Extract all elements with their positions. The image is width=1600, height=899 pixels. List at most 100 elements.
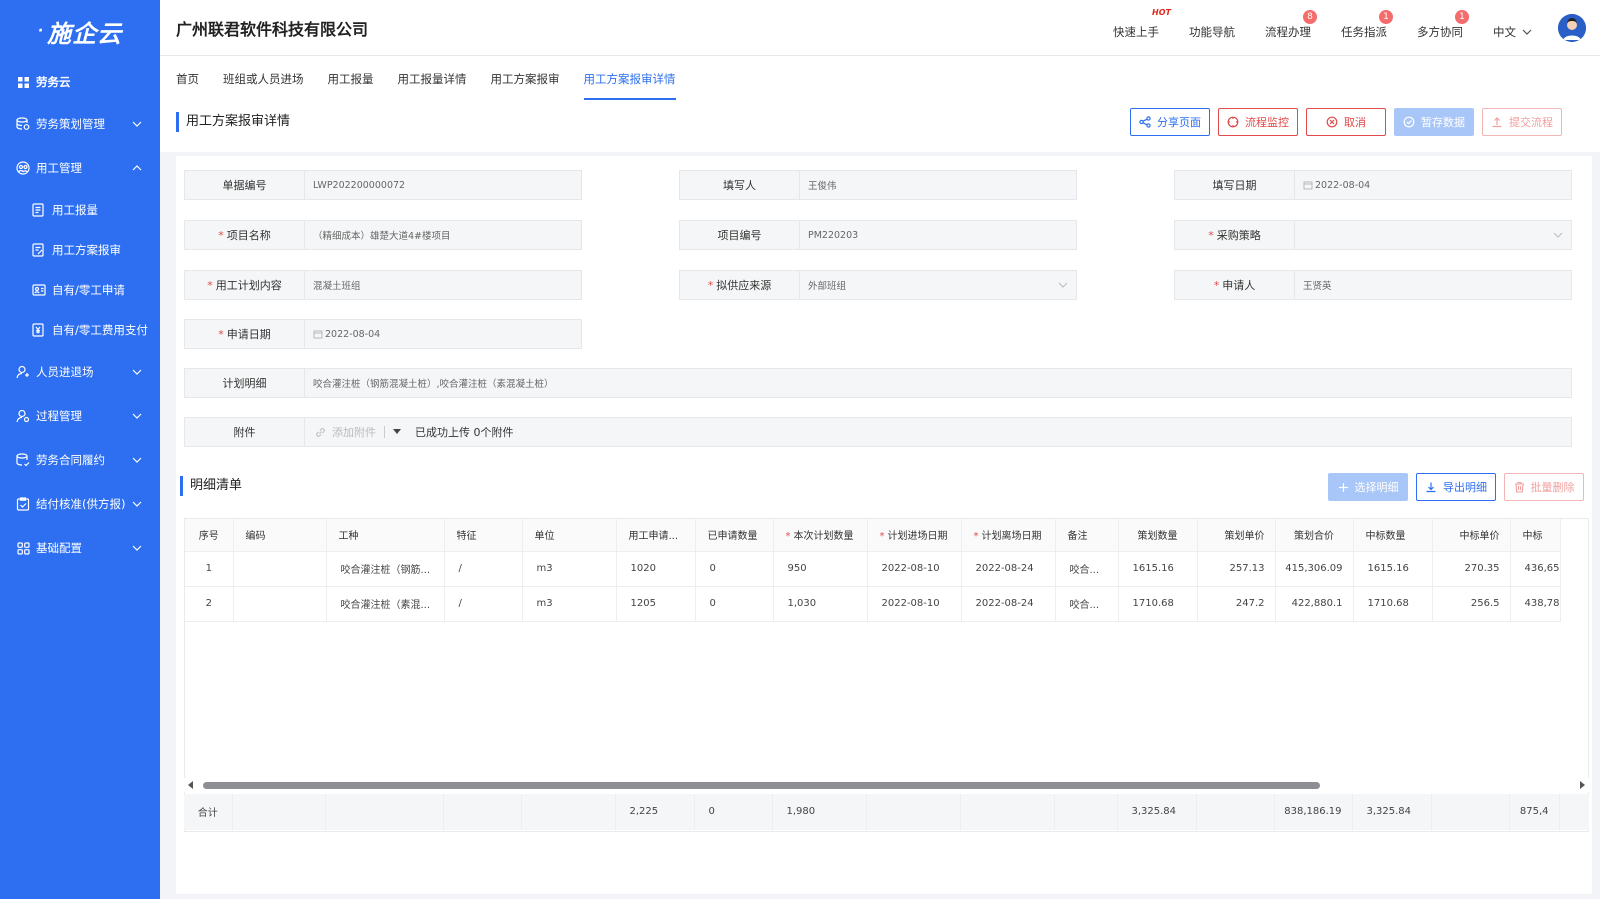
tab-labor-plan-review[interactable]: 用工方案报审 [491, 56, 560, 102]
calendar-icon [1303, 181, 1313, 190]
sidebar-subitem-own-worker-payment[interactable]: 自有/零工费用支付 [0, 310, 160, 350]
process-handling-link[interactable]: 流程办理 8 [1265, 10, 1317, 40]
column-header[interactable]: 编码 [233, 519, 327, 552]
totals-cell: 2,225 [615, 794, 695, 830]
quick-start-link[interactable]: 快速上手 HOT [1113, 8, 1171, 40]
column-header[interactable]: 备注 [1055, 519, 1119, 552]
select-detail-button[interactable]: 选择明细 [1328, 473, 1408, 501]
sidebar-subitem-label: 自有/零工费用支付 [52, 323, 148, 337]
source-field: * 拟供应来源 外部班组 [679, 270, 1077, 300]
project-name-field: * 项目名称 （精细成本）雄楚大道4#楼项目 [184, 220, 582, 250]
sidebar-item-label: 人员进退场 [36, 365, 94, 379]
tab-labor-report[interactable]: 用工报量 [328, 56, 374, 102]
table-row[interactable]: 2 咬合灌注桩（素混... / m3 1205 0 1,030 2022-08-10 2022-… [185, 586, 1561, 622]
chevron-down-icon [132, 121, 142, 127]
table-cell [233, 551, 327, 587]
apps-icon [16, 541, 30, 555]
save-draft-button[interactable]: 暂存数据 [1394, 108, 1474, 136]
scroll-right-icon[interactable] [1579, 781, 1585, 789]
column-header[interactable]: 策划数量 [1118, 519, 1198, 552]
plan-content-value[interactable]: 混凝土班组 [305, 271, 581, 299]
function-nav-link[interactable]: 功能导航 [1189, 16, 1235, 40]
column-header[interactable]: 用工申请... [616, 519, 696, 552]
totals-cell: 1,980 [772, 794, 867, 830]
column-header[interactable]: 序号 [185, 519, 234, 552]
person-icon [16, 365, 30, 379]
table-cell: / [444, 551, 523, 587]
table-row[interactable]: 1 咬合灌注桩（钢筋... / m3 1020 0 950 2022-08-10 2022-08… [185, 551, 1561, 587]
column-header[interactable]: 已申请数量 [695, 519, 774, 552]
column-header[interactable]: 工种 [326, 519, 445, 552]
page-header: 用工方案报审详情 分享页面 流程监控 取消 暂存数据 提交流程 [160, 102, 1600, 152]
scroll-thumb[interactable] [203, 782, 1320, 789]
tab-team-entry[interactable]: 班组或人员进场 [223, 56, 304, 102]
table-cell: 0 [695, 551, 774, 587]
sidebar-item-labor-planning[interactable]: 劳务策划管理 [0, 102, 160, 146]
sidebar-item-process-management[interactable]: 过程管理 [0, 394, 160, 438]
totals-cell [1431, 794, 1510, 830]
avatar[interactable] [1558, 14, 1586, 42]
language-select[interactable]: 中文 [1493, 16, 1532, 40]
column-header[interactable]: 策划合价 [1275, 519, 1354, 552]
sidebar-subitem-label: 用工报量 [52, 203, 98, 217]
column-header[interactable]: 策划单价 [1197, 519, 1276, 552]
column-header[interactable]: 中标单价 [1432, 519, 1511, 552]
sidebar-item-labor-management[interactable]: 用工管理 [0, 146, 160, 190]
filler-field: 填写人 王俊伟 [679, 170, 1077, 200]
tab-bar: 首页 班组或人员进场 用工报量 用工报量详情 用工方案报审 用工方案报审详情 [160, 56, 1600, 102]
totals-cell [866, 794, 961, 830]
submit-process-button[interactable]: 提交流程 [1482, 108, 1562, 136]
sidebar-subitem-labor-plan-review[interactable]: 用工方案报审 [0, 230, 160, 270]
batch-delete-button[interactable]: 批量删除 [1504, 473, 1584, 501]
source-select[interactable]: 外部班组 [800, 271, 1076, 299]
applicant-value[interactable]: 王贤英 [1295, 271, 1571, 299]
column-header[interactable]: 特征 [444, 519, 523, 552]
database-icon [16, 117, 30, 131]
add-attachment-button[interactable]: 添加附件 [315, 424, 376, 440]
company-name: 广州联君软件科技有限公司 [176, 19, 369, 39]
sidebar-item-personnel-entry-exit[interactable]: 人员进退场 [0, 350, 160, 394]
sidebar-item-labor-cloud[interactable]: 劳务云 [0, 62, 160, 102]
tab-home[interactable]: 首页 [176, 56, 199, 102]
column-header[interactable]: 中标 [1510, 519, 1561, 552]
sidebar-subitem-own-worker-apply[interactable]: 自有/零工申请 [0, 270, 160, 310]
totals-cell [1054, 794, 1118, 830]
export-detail-button[interactable]: 导出明细 [1416, 473, 1496, 501]
table-cell: 咬合... [1055, 551, 1119, 587]
sidebar-subitem-labor-report[interactable]: 用工报量 [0, 190, 160, 230]
table-cell: m3 [522, 586, 617, 622]
apply-date-value[interactable]: 2022-08-04 [305, 320, 581, 348]
cancel-button[interactable]: 取消 [1306, 108, 1386, 136]
column-header[interactable]: * 计划进场日期 [867, 519, 962, 552]
sidebar-item-basic-config[interactable]: 基础配置 [0, 526, 160, 570]
chevron-down-icon [132, 545, 142, 551]
sidebar-item-settlement-approval[interactable]: 结付核准(供方报) [0, 482, 160, 526]
process-monitor-button[interactable]: 流程监控 [1218, 108, 1298, 136]
clipboard-check-icon [16, 497, 30, 511]
sidebar-item-label: 结付核准(供方报) [36, 497, 126, 511]
strategy-select[interactable] [1295, 221, 1571, 249]
main-card: 单据编号 LWP202200000072 填写人 王俊伟 填写日期 2022-0… [176, 156, 1592, 894]
collaboration-link[interactable]: 多方协同 1 [1417, 10, 1469, 40]
totals-cell [960, 794, 1055, 830]
column-header[interactable]: * 计划离场日期 [961, 519, 1056, 552]
tab-labor-plan-review-detail[interactable]: 用工方案报审详情 [583, 56, 676, 102]
applicant-field: * 申请人 王贤英 [1174, 270, 1572, 300]
sidebar-item-labor-contract[interactable]: 劳务合同履约 [0, 438, 160, 482]
tab-labor-report-detail[interactable]: 用工报量详情 [398, 56, 467, 102]
column-header[interactable]: 单位 [522, 519, 617, 552]
fill-date-value: 2022-08-04 [1295, 171, 1571, 199]
caret-down-icon[interactable] [393, 429, 401, 435]
detail-section-title: 明细清单 [180, 476, 242, 496]
column-header[interactable]: 中标数量 [1353, 519, 1433, 552]
sidebar-subitem-label: 自有/零工申请 [52, 283, 125, 297]
project-name-value[interactable]: （精细成本）雄楚大道4#楼项目 [305, 221, 581, 249]
share-page-button[interactable]: 分享页面 [1130, 108, 1210, 136]
table-cell: 256.5 [1432, 586, 1511, 622]
scroll-left-icon[interactable] [188, 781, 194, 789]
horizontal-scrollbar[interactable] [184, 778, 1589, 792]
column-header[interactable]: * 本次计划数量 [773, 519, 868, 552]
table-cell: 2022-08-24 [961, 586, 1056, 622]
totals-cell: 3,325.84 [1352, 794, 1432, 830]
task-assign-link[interactable]: 任务指派 1 [1341, 10, 1393, 40]
